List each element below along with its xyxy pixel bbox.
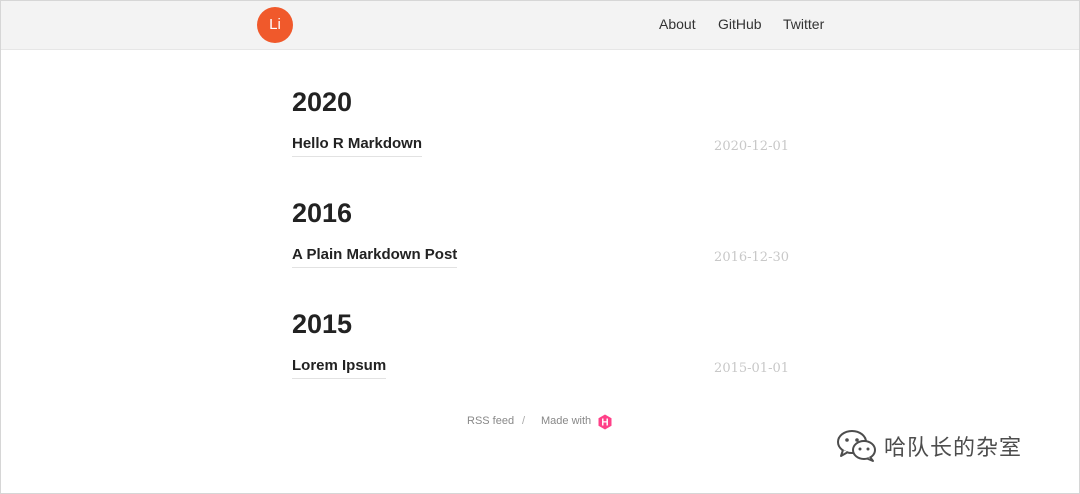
post-title-link[interactable]: Lorem Ipsum [292,357,387,379]
year-heading: 2016 [292,198,353,228]
site-header: Li About GitHub Twitter [1,1,1079,50]
nav-twitter-link[interactable]: Twitter [783,16,824,32]
made-with-label: Made with [541,415,592,427]
nav-about-link[interactable]: About [659,16,696,32]
footer-separator: / [522,415,526,427]
watermark-text: 哈队长的杂室 [884,436,1023,461]
rss-feed-link[interactable]: RSS feed [467,415,514,427]
nav-github-link[interactable]: GitHub [718,16,762,32]
hugo-letter: H [601,418,608,429]
post-title-link[interactable]: Hello R Markdown [292,135,423,157]
wechat-watermark: 哈队长的杂室 [836,428,1022,464]
page-frame [0,0,1080,494]
post-date: 2020-12-01 [714,139,789,154]
site-logo[interactable]: Li [257,7,293,43]
year-heading: 2015 [292,309,353,339]
wechat-icon [837,430,876,462]
post-title-link[interactable]: A Plain Markdown Post [292,246,458,268]
year-heading: 2020 [292,87,353,117]
post-date: 2015-01-01 [714,361,789,376]
post-date: 2016-12-30 [714,250,789,265]
